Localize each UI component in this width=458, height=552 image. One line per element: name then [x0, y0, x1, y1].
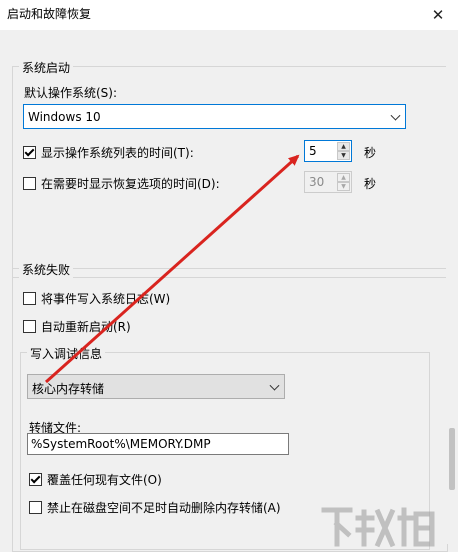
spin-down-icon[interactable]: ▼ — [337, 182, 350, 191]
system-failure-legend: 系统失败 — [19, 261, 74, 278]
watermark-logo-icon — [321, 507, 435, 548]
show-recovery-unit: 秒 — [364, 177, 377, 191]
dialog-body: 系统启动 默认操作系统(S): Windows 10 显示操作系统列表的时间(T… — [0, 30, 458, 552]
disable-auto-delete-checkbox[interactable]: 禁止在磁盘空间不足时自动删除内存转储(A) — [29, 499, 281, 516]
disable-auto-delete-label: 禁止在磁盘空间不足时自动删除内存转储(A) — [47, 501, 281, 515]
write-event-log-label: 将事件写入系统日志(W) — [41, 292, 171, 306]
close-icon: ✕ — [431, 6, 445, 24]
show-os-list-seconds-value: 5 — [309, 144, 317, 158]
chevron-down-icon — [269, 380, 280, 391]
dump-file-value: %SystemRoot%\MEMORY.DMP — [31, 437, 211, 451]
show-os-list-checkbox[interactable]: 显示操作系统列表的时间(T): — [23, 144, 194, 161]
write-event-log-checkbox[interactable]: 将事件写入系统日志(W) — [23, 290, 170, 307]
spin-down-icon[interactable]: ▼ — [337, 151, 350, 160]
debug-info-legend: 写入调试信息 — [27, 345, 106, 362]
spin-up-icon[interactable]: ▲ — [337, 173, 350, 182]
show-recovery-label: 在需要时显示恢复选项的时间(D): — [41, 177, 220, 191]
show-recovery-checkbox[interactable]: 在需要时显示恢复选项的时间(D): — [23, 175, 220, 192]
auto-restart-checkbox[interactable]: 自动重新启动(R) — [23, 318, 131, 335]
default-os-label: 默认操作系统(S): — [24, 86, 118, 100]
close-button[interactable]: ✕ — [418, 0, 458, 30]
show-os-list-check-box[interactable] — [23, 146, 36, 159]
show-recovery-seconds-spinner[interactable]: 30 ▲ ▼ — [304, 171, 352, 193]
show-os-list-label: 显示操作系统列表的时间(T): — [41, 146, 194, 160]
show-os-list-seconds-spinner[interactable]: 5 ▲ ▼ — [304, 140, 352, 162]
dump-file-input[interactable]: %SystemRoot%\MEMORY.DMP — [27, 433, 289, 455]
write-event-log-check-box[interactable] — [23, 292, 36, 305]
system-startup-legend: 系统启动 — [19, 59, 74, 76]
scrollbar-thumb[interactable] — [449, 428, 455, 490]
spin-up-icon[interactable]: ▲ — [337, 142, 350, 151]
show-os-list-unit: 秒 — [364, 146, 377, 160]
dump-type-dropdown[interactable]: 核心内存转储 — [27, 374, 285, 399]
auto-restart-check-box[interactable] — [23, 320, 36, 333]
overwrite-existing-label: 覆盖任何现有文件(O) — [47, 473, 162, 487]
default-os-value: Windows 10 — [28, 110, 101, 124]
window-title: 启动和故障恢复 — [7, 7, 92, 21]
show-recovery-check-box[interactable] — [23, 177, 36, 190]
default-os-dropdown[interactable]: Windows 10 — [23, 104, 406, 129]
vertical-scrollbar[interactable] — [446, 30, 458, 544]
show-recovery-seconds-value: 30 — [309, 175, 325, 189]
auto-restart-label: 自动重新启动(R) — [41, 320, 131, 334]
overwrite-existing-check-box[interactable] — [29, 473, 42, 486]
disable-auto-delete-check-box[interactable] — [29, 501, 42, 514]
chevron-down-icon — [390, 110, 401, 121]
dump-type-value: 核心内存转储 — [32, 382, 105, 396]
overwrite-existing-checkbox[interactable]: 覆盖任何现有文件(O) — [29, 471, 162, 488]
title-bar: 启动和故障恢复 ✕ — [0, 0, 458, 30]
